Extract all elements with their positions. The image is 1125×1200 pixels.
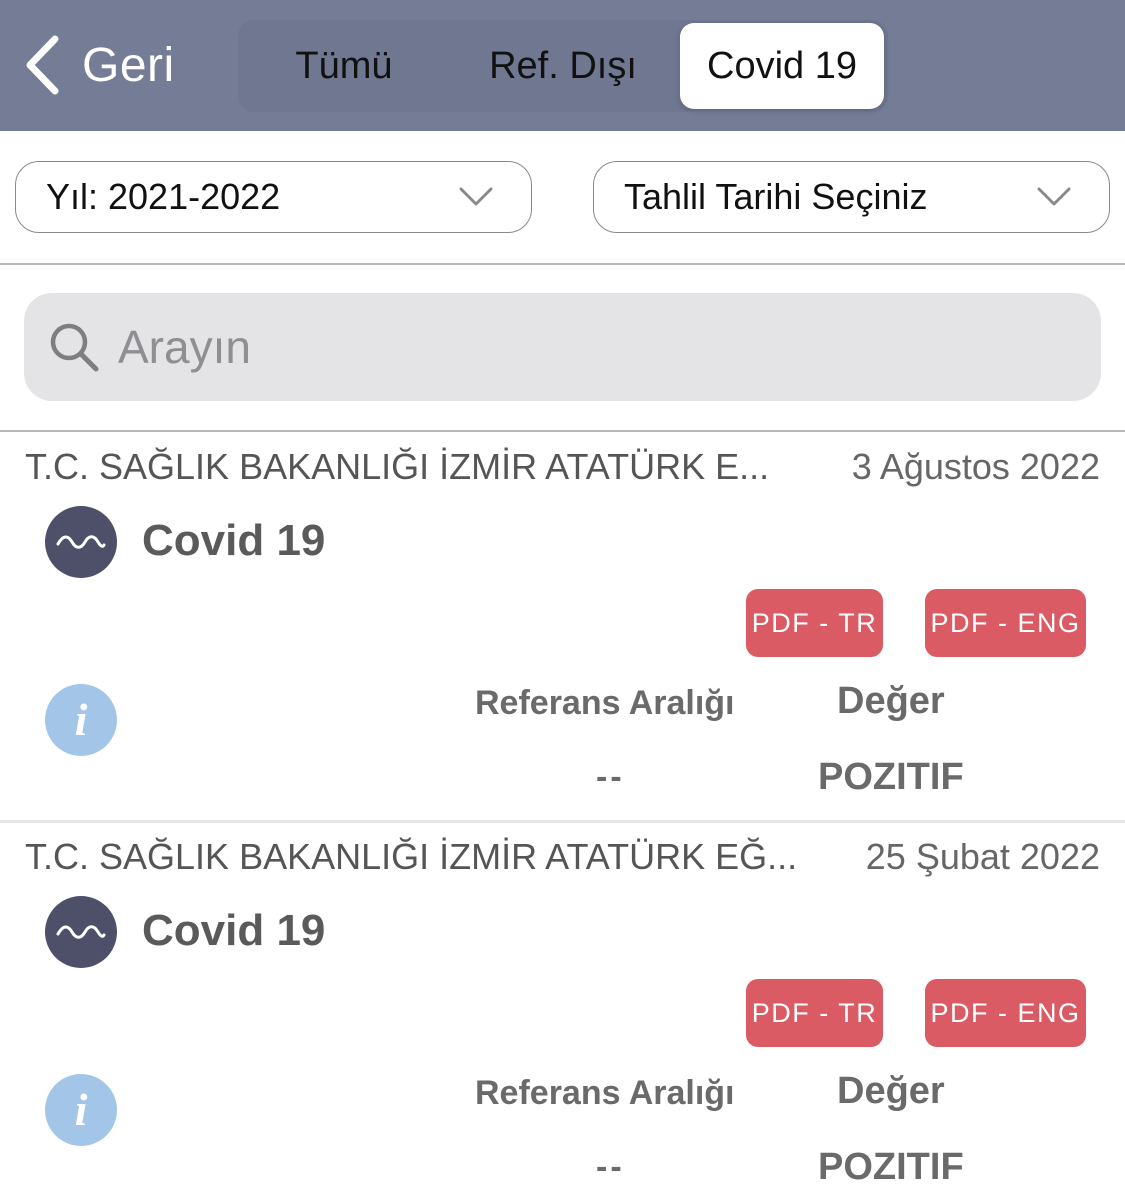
navigation-bar: Geri Tümü Ref. Dışı Covid 19 [0,0,1125,131]
info-icon: i [74,1084,88,1135]
result-value: POZITIF [818,756,964,798]
result-value: POZITIF [818,1146,964,1188]
tab-out-of-range[interactable]: Ref. Dışı [468,20,658,112]
test-avatar [45,896,117,968]
test-name: Covid 19 [142,516,326,565]
year-dropdown-label: Yıl: 2021-2022 [46,176,281,217]
divider [0,263,1125,265]
test-date-dropdown[interactable]: Tahlil Tarihi Seçiniz [593,161,1110,233]
info-button[interactable]: i [45,684,117,756]
search-bar[interactable] [24,293,1101,401]
pdf-tr-button[interactable]: PDF - TR [746,589,883,657]
year-dropdown[interactable]: Yıl: 2021-2022 [15,161,532,233]
reference-range-value: -- [596,1148,625,1186]
value-header: Değer [837,680,945,722]
back-button[interactable]: Geri [22,30,175,100]
pdf-eng-button[interactable]: PDF - ENG [925,589,1086,657]
segmented-control: Tümü Ref. Dışı Covid 19 [238,20,888,112]
result-card[interactable]: T.C. SAĞLIK BAKANLIĞI İZMİR ATATÜRK EĞ..… [0,822,1125,1200]
wave-icon [56,535,106,549]
search-input[interactable] [118,320,1018,374]
tab-all[interactable]: Tümü [246,20,442,112]
chevron-down-icon [1037,187,1071,206]
institution-name: T.C. SAĞLIK BAKANLIĞI İZMİR ATATÜRK E... [25,446,770,487]
reference-range-header: Referans Aralığı [475,684,735,722]
back-label: Geri [82,38,175,92]
test-name: Covid 19 [142,906,326,955]
pdf-tr-button[interactable]: PDF - TR [746,979,883,1047]
test-date-dropdown-label: Tahlil Tarihi Seçiniz [624,176,928,217]
test-date: 3 Ağustos 2022 [851,446,1100,487]
result-card[interactable]: T.C. SAĞLIK BAKANLIĞI İZMİR ATATÜRK E...… [0,432,1125,822]
chevron-left-icon [26,35,59,95]
info-icon: i [74,694,88,745]
reference-range-header: Referans Aralığı [475,1074,735,1112]
pdf-eng-button[interactable]: PDF - ENG [925,979,1086,1047]
wave-icon [56,925,106,939]
value-header: Değer [837,1070,945,1112]
institution-name: T.C. SAĞLIK BAKANLIĞI İZMİR ATATÜRK EĞ..… [25,836,798,877]
reference-range-value: -- [596,758,625,796]
search-icon [50,323,99,372]
test-avatar [45,506,117,578]
chevron-down-icon [459,187,493,206]
test-date: 25 Şubat 2022 [865,836,1100,877]
info-button[interactable]: i [45,1074,117,1146]
tab-covid-19[interactable]: Covid 19 [680,23,884,109]
